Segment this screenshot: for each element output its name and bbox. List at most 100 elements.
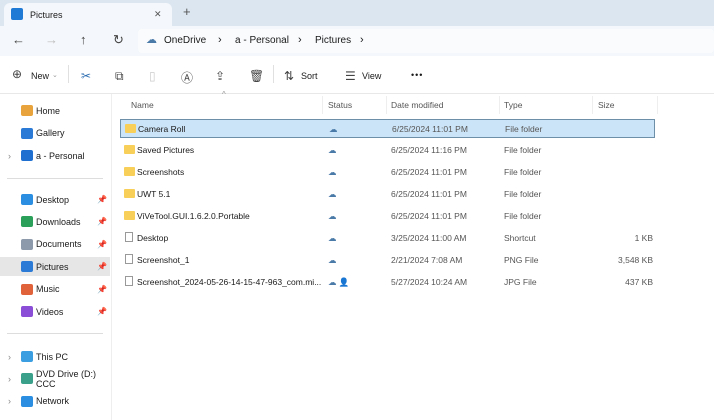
sort-icon[interactable]: ⇅	[284, 69, 294, 83]
folder-icon	[21, 105, 33, 116]
breadcrumb-a-personal[interactable]: a - Personal	[235, 35, 289, 46]
sidebar-item-network[interactable]: › Network	[0, 392, 110, 411]
sidebar-item-dvd-drive-d-ccc[interactable]: › DVD Drive (D:) CCC	[0, 369, 110, 389]
column-header-size[interactable]: Size	[598, 100, 615, 110]
date-modified: 5/27/2024 10:24 AM	[391, 277, 468, 287]
paste-icon[interactable]: ▯	[149, 69, 156, 83]
sidebar-item-gallery[interactable]: Gallery	[0, 124, 110, 143]
copy-icon[interactable]: ⧉	[115, 69, 124, 84]
cloud-icon: ☁	[146, 34, 157, 46]
date-modified: 2/21/2024 7:08 AM	[391, 255, 463, 265]
forward-button[interactable]: →	[45, 32, 58, 47]
breadcrumb-onedrive[interactable]: OneDrive	[164, 35, 206, 46]
pin-icon[interactable]: 📌	[97, 307, 107, 316]
file-row[interactable]: Screenshot_1 ☁ 2/21/2024 7:08 AM PNG File 3,…	[120, 251, 655, 270]
cloud-status-icon: ☁	[328, 189, 337, 199]
folder-icon	[124, 167, 135, 176]
view-icon[interactable]: ☰	[345, 69, 356, 83]
column-divider[interactable]	[657, 96, 658, 114]
breadcrumb-chevron-icon[interactable]: ›	[218, 34, 222, 46]
file-row[interactable]: ViVeTool.GUI.1.6.2.0.Portable ☁ 6/25/2024 …	[120, 207, 655, 226]
sidebar-item-downloads[interactable]: Downloads 📌	[0, 212, 110, 231]
column-divider[interactable]	[499, 96, 500, 114]
file-icon	[125, 232, 133, 242]
file-row[interactable]: Desktop ☁ 3/25/2024 11:00 AM Shortcut 1 KB	[120, 229, 655, 248]
sidebar-item-label: Videos	[36, 306, 64, 317]
sidebar-item-desktop[interactable]: Desktop 📌	[0, 190, 110, 209]
sidebar-item-a-personal[interactable]: › a - Personal	[0, 146, 110, 165]
cloud-status-icon: ☁	[328, 145, 337, 155]
file-type: PNG File	[504, 255, 539, 265]
expand-chevron-icon[interactable]: ›	[8, 396, 11, 406]
sidebar-item-label: Network	[36, 396, 70, 407]
file-row[interactable]: Screenshots ☁ 6/25/2024 11:01 PM File folde…	[120, 163, 655, 182]
pin-icon[interactable]: 📌	[97, 285, 107, 294]
back-button[interactable]: ←	[12, 32, 25, 47]
folder-icon	[21, 194, 33, 205]
close-tab-icon[interactable]: ✕	[154, 9, 162, 20]
file-name: Screenshot_2024-05-26-14-15-47-963_com.m…	[137, 277, 322, 287]
folder-icon	[21, 373, 33, 385]
column-header-name[interactable]: Name	[131, 100, 154, 110]
expand-chevron-icon[interactable]: ›	[8, 151, 11, 161]
column-divider[interactable]	[386, 96, 387, 114]
column-header-date[interactable]: Date modified	[391, 100, 443, 110]
new-tab-button[interactable]: +	[183, 4, 191, 19]
up-button[interactable]: ↑	[80, 32, 87, 47]
sidebar-item-label: This PC	[36, 351, 69, 362]
file-type: File folder	[504, 145, 542, 155]
sidebar-item-this-pc[interactable]: › This PC	[0, 347, 110, 366]
sidebar-divider	[7, 178, 103, 179]
sidebar-item-home[interactable]: Home	[0, 101, 110, 120]
address-bar[interactable]: ☁ OneDrive › a - Personal › Pictures ›	[138, 29, 714, 53]
breadcrumb-chevron-icon[interactable]: ›	[360, 34, 364, 46]
view-button[interactable]: View	[362, 71, 381, 81]
date-modified: 6/25/2024 11:01 PM	[392, 124, 468, 134]
sidebar-item-videos[interactable]: Videos 📌	[0, 302, 110, 321]
sort-button[interactable]: Sort	[301, 71, 318, 81]
sidebar-item-documents[interactable]: Documents 📌	[0, 235, 110, 254]
share-icon[interactable]: ⇪	[215, 69, 225, 83]
cloud-status-icon: ☁	[328, 167, 337, 177]
pin-icon[interactable]: 📌	[97, 217, 107, 226]
new-button[interactable]: New	[31, 71, 49, 81]
folder-icon	[21, 395, 33, 407]
file-row[interactable]: Saved Pictures ☁ 6/25/2024 11:16 PM File fo…	[120, 141, 655, 160]
pin-icon[interactable]: 📌	[97, 262, 107, 271]
rename-icon[interactable]: Ⓐ	[181, 69, 193, 86]
file-row[interactable]: Screenshot_2024-05-26-14-15-47-963_com.m…	[120, 273, 655, 292]
column-header-type[interactable]: Type	[504, 100, 522, 110]
column-header-status[interactable]: Status	[328, 100, 352, 110]
tab-pictures[interactable]: Pictures ✕	[4, 3, 172, 27]
file-row[interactable]: UWT 5.1 ☁ 6/25/2024 11:01 PM File folder	[120, 185, 655, 204]
column-divider[interactable]	[592, 96, 593, 114]
sidebar-divider	[7, 333, 103, 334]
file-name: Screenshots	[137, 167, 185, 177]
tab-title: Pictures	[30, 10, 63, 20]
sidebar-item-label: a - Personal	[36, 150, 85, 161]
refresh-button[interactable]: ↻	[113, 32, 124, 48]
file-type: File folder	[504, 167, 542, 177]
sidebar-item-music[interactable]: Music 📌	[0, 280, 110, 299]
sidebar-item-label: Desktop	[36, 194, 70, 205]
more-options-button[interactable]: •••	[411, 70, 423, 80]
new-plus-icon[interactable]: ⊕	[12, 67, 22, 81]
file-name: ViVeTool.GUI.1.6.2.0.Portable	[137, 211, 250, 221]
file-size: 1 KB	[634, 233, 653, 243]
sidebar-item-label: Music	[36, 284, 60, 295]
pin-icon[interactable]: 📌	[97, 240, 107, 249]
breadcrumb-chevron-icon[interactable]: ›	[298, 34, 302, 46]
sidebar-item-pictures[interactable]: Pictures 📌	[0, 257, 110, 277]
folder-icon	[21, 127, 33, 139]
expand-chevron-icon[interactable]: ›	[8, 352, 11, 362]
file-type: JPG File	[504, 277, 537, 287]
pin-icon[interactable]: 📌	[97, 195, 107, 204]
delete-icon[interactable]: 🗑	[249, 69, 264, 83]
sidebar-item-label: Home	[36, 105, 61, 116]
expand-chevron-icon[interactable]: ›	[8, 374, 11, 384]
breadcrumb-pictures[interactable]: Pictures	[315, 35, 351, 46]
file-row[interactable]: Camera Roll ☁ 6/25/2024 11:01 PM File folde…	[120, 119, 655, 138]
column-divider[interactable]	[322, 96, 323, 114]
cut-icon[interactable]: ✂	[81, 69, 91, 83]
file-type: File folder	[504, 189, 542, 199]
